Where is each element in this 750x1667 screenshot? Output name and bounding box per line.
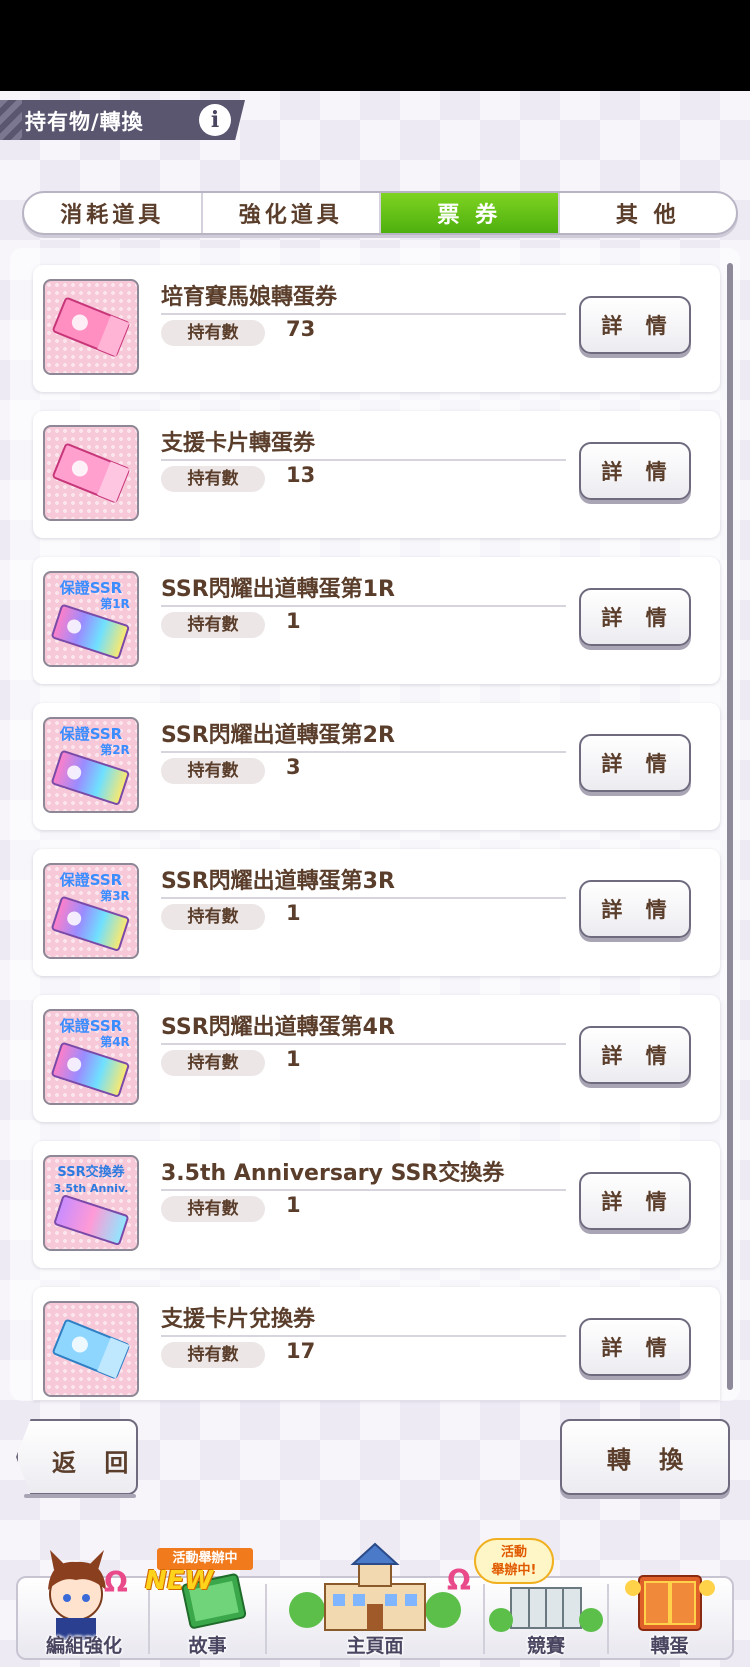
qty-label: 持有數 [161, 758, 265, 784]
convert-button[interactable]: 轉 換 [560, 1419, 730, 1495]
list-item: 培育賽馬娘轉蛋券 持有數 73 詳 情 [33, 265, 720, 392]
tab-enhance-items[interactable]: 強化道具 [203, 193, 381, 233]
qty-value: 13 [286, 463, 316, 487]
qty-label: 持有數 [161, 1050, 265, 1076]
divider [161, 751, 566, 753]
list-item: SSR交換券 3.5th Anniv. 3.5th Anniversary SS… [33, 1141, 720, 1268]
blue-ticket-icon [43, 1301, 139, 1397]
divider [161, 1043, 566, 1045]
anniversary-ticket-icon: SSR交換券 3.5th Anniv. [43, 1155, 139, 1251]
scrollbar-thumb[interactable] [727, 263, 733, 1390]
icon-text-line1: 保證SSR [59, 579, 123, 597]
status-bar [0, 0, 750, 91]
back-button-label[interactable]: 返 回 [52, 1443, 138, 1478]
icon-text-line1: SSR交換券 [57, 1164, 125, 1180]
icon-text-line2: 第3R [100, 888, 130, 903]
detail-button[interactable]: 詳 情 [579, 442, 691, 500]
detail-button[interactable]: 詳 情 [579, 588, 691, 646]
nav-label: 轉蛋 [650, 1635, 689, 1657]
rainbow-ticket-icon: 保證SSR 第3R [43, 863, 139, 959]
title-stripes [0, 100, 22, 140]
nav-team-enhance[interactable]: Ω 編組強化 [20, 1540, 148, 1666]
gacha-door-icon [625, 1575, 715, 1631]
item-name: SSR閃耀出道轉蛋第4R [161, 1015, 395, 1040]
divider [161, 1335, 566, 1337]
nav-label: 主頁面 [346, 1635, 404, 1657]
list-item: 保證SSR 第4R SSR閃耀出道轉蛋第4R 持有數 1 詳 情 [33, 995, 720, 1122]
event-bubble-line2: 舉辦中! [491, 1563, 537, 1578]
tab-consumables[interactable]: 消耗道具 [24, 193, 203, 233]
pink-ticket-icon [43, 425, 139, 521]
rainbow-ticket-icon: 保證SSR 第2R [43, 717, 139, 813]
divider [161, 605, 566, 607]
horseshoe-badge-icon: Ω [104, 1566, 128, 1599]
detail-button[interactable]: 詳 情 [579, 1026, 691, 1084]
qty-label: 持有數 [161, 466, 265, 492]
icon-text-line1: 保證SSR [59, 871, 123, 889]
horseshoe-badge-icon: Ω [447, 1564, 471, 1597]
tab-other[interactable]: 其 他 [560, 193, 737, 233]
item-name: 培育賽馬娘轉蛋券 [161, 285, 338, 310]
qty-value: 1 [286, 1047, 301, 1071]
qty-label: 持有數 [161, 1342, 265, 1368]
qty-value: 3 [286, 755, 301, 779]
list-item: 保證SSR 第2R SSR閃耀出道轉蛋第2R 持有數 3 詳 情 [33, 703, 720, 830]
item-name: 3.5th Anniversary SSR交換券 [161, 1161, 505, 1186]
pink-ticket-icon [43, 279, 139, 375]
event-bubble: 活動 舉辦中! [474, 1538, 554, 1584]
qty-value: 17 [286, 1339, 316, 1363]
item-name: 支援卡片兌換券 [161, 1307, 316, 1332]
qty-value: 1 [286, 1193, 301, 1217]
detail-button[interactable]: 詳 情 [579, 880, 691, 938]
tab-tickets[interactable]: 票 券 [381, 193, 560, 233]
icon-text-line1: 保證SSR [59, 725, 123, 743]
rainbow-ticket-icon: 保證SSR 第4R [43, 1009, 139, 1105]
item-name: SSR閃耀出道轉蛋第2R [161, 723, 395, 748]
tab-bar: 消耗道具 強化道具 票 券 其 他 [22, 191, 738, 235]
scrollbar[interactable] [727, 263, 733, 1390]
qty-value: 1 [286, 901, 301, 925]
nav-label: 競賽 [526, 1635, 565, 1657]
icon-text-line2: 第2R [100, 742, 130, 757]
page-title: 持有物/轉換 [25, 110, 144, 134]
item-name: 支援卡片轉蛋券 [161, 431, 316, 456]
list-item: 支援卡片轉蛋券 持有數 13 詳 情 [33, 411, 720, 538]
qty-value: 1 [286, 609, 301, 633]
qty-label: 持有數 [161, 612, 265, 638]
info-icon[interactable]: i [199, 104, 231, 136]
back-button-shadow [24, 1494, 136, 1498]
list-item: 支援卡片兌換券 持有數 17 詳 情 [33, 1287, 720, 1400]
event-bubble-line1: 活動 [500, 1545, 527, 1560]
qty-label: 持有數 [161, 320, 265, 346]
nav-label: 編組強化 [45, 1635, 122, 1657]
character-icon [48, 1550, 106, 1640]
nav-label: 故事 [188, 1635, 227, 1657]
detail-button[interactable]: 詳 情 [579, 1172, 691, 1230]
detail-button[interactable]: 詳 情 [579, 734, 691, 792]
icon-text-line1: 保證SSR [59, 1017, 123, 1035]
divider [161, 459, 566, 461]
list-item: 保證SSR 第3R SSR閃耀出道轉蛋第3R 持有數 1 詳 情 [33, 849, 720, 976]
list-item: 保證SSR 第1R SSR閃耀出道轉蛋第1R 持有數 1 詳 情 [33, 557, 720, 684]
item-name: SSR閃耀出道轉蛋第1R [161, 577, 395, 602]
icon-text-line2: 第4R [100, 1034, 130, 1049]
icon-text-line2: 3.5th Anniv. [54, 1182, 129, 1195]
detail-button[interactable]: 詳 情 [579, 296, 691, 354]
nav-gacha[interactable]: 轉蛋 [609, 1540, 730, 1666]
qty-value: 73 [286, 317, 316, 341]
nav-home[interactable]: Ω 主頁面 [267, 1540, 483, 1666]
divider [161, 313, 566, 315]
qty-label: 持有數 [161, 904, 265, 930]
detail-button[interactable]: 詳 情 [579, 1318, 691, 1376]
qty-label: 持有數 [161, 1196, 265, 1222]
divider [161, 897, 566, 899]
item-name: SSR閃耀出道轉蛋第3R [161, 869, 395, 894]
divider [161, 1189, 566, 1191]
rainbow-ticket-icon: 保證SSR 第1R [43, 571, 139, 667]
new-tag: NEW [145, 1566, 214, 1596]
icon-text-line2: 第1R [100, 596, 130, 611]
